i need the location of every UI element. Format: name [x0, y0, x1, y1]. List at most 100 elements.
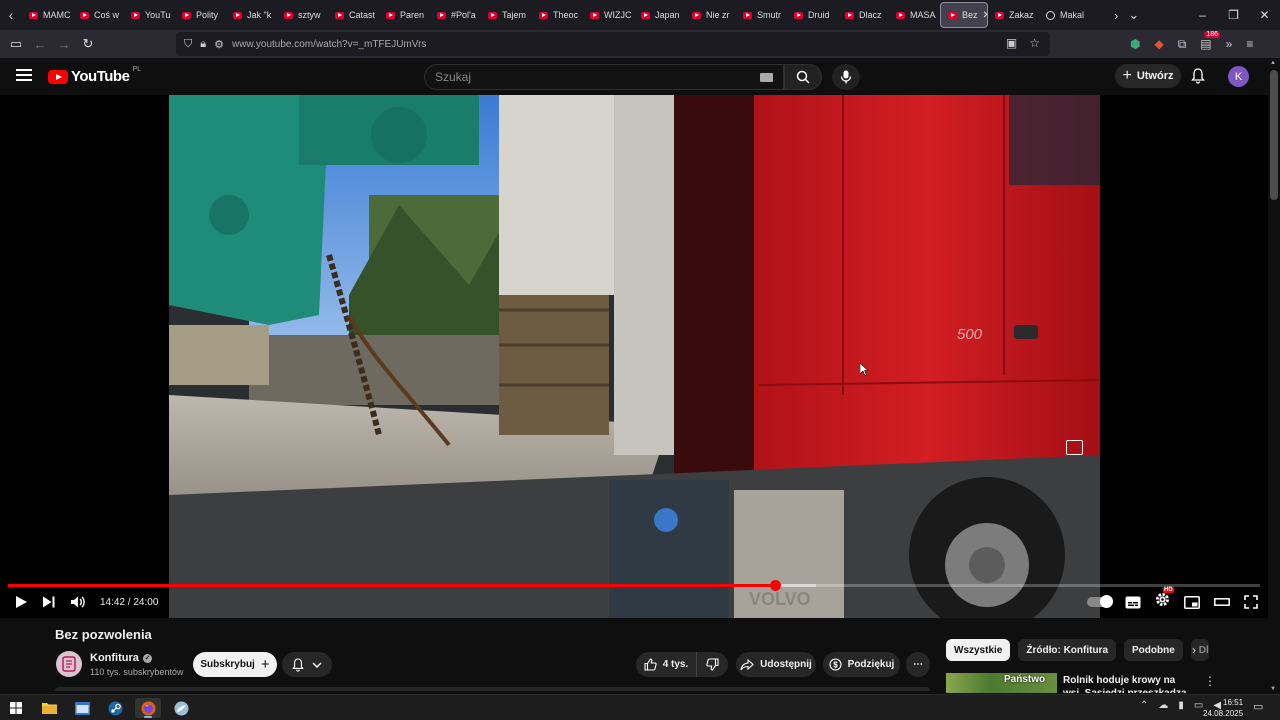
back-arrow-icon[interactable]: ←	[28, 37, 52, 52]
subscribe-button[interactable]: Subskrybuj +	[193, 652, 277, 677]
browser-tab[interactable]: MASA	[889, 2, 940, 28]
account-avatar[interactable]: K	[1228, 66, 1249, 87]
browser-tab[interactable]: Paren	[379, 2, 430, 28]
search-input[interactable]: Szukaj	[424, 64, 784, 90]
reload-icon[interactable]: ↻	[76, 36, 100, 52]
taskbar-app-bird[interactable]	[168, 698, 194, 718]
browser-tab[interactable]: Theoc	[532, 2, 583, 28]
browser-tab[interactable]: WIZJC	[583, 2, 634, 28]
overflow-chevrons-icon[interactable]: »	[1226, 37, 1233, 51]
browser-tab[interactable]: #Pol'a	[430, 2, 481, 28]
play-icon[interactable]	[14, 595, 28, 609]
subtitles-icon[interactable]	[1125, 596, 1141, 609]
restore-icon[interactable]: ❐	[1218, 8, 1249, 22]
shield-extension-icon[interactable]: ⬢	[1130, 37, 1140, 51]
browser-tab[interactable]: YouTu	[124, 2, 175, 28]
recommendation-title[interactable]: Rolnik hoduje krowy na wsi. Sąsiedzi prz…	[1063, 674, 1193, 693]
forward-arrow-icon[interactable]: →	[52, 37, 76, 52]
chips-next-icon[interactable]: ›	[1192, 643, 1196, 657]
volume-icon[interactable]	[70, 595, 86, 609]
filter-chip[interactable]: Podobne	[1124, 639, 1183, 661]
settings-button[interactable]: HD	[1155, 587, 1174, 612]
search-button[interactable]	[784, 64, 822, 90]
tracking-shield-icon[interactable]: ⛉	[184, 38, 192, 51]
app-menu-icon[interactable]: ≡	[1246, 37, 1253, 51]
bookmark-star-icon[interactable]: ☆	[1029, 36, 1040, 50]
taskbar-clock[interactable]: 16:51 24.08.2025	[1203, 697, 1243, 719]
start-button[interactable]	[3, 698, 29, 718]
network-icon[interactable]: ▭	[1194, 700, 1203, 711]
tab-list-dropdown-icon[interactable]: ⌄	[1128, 7, 1139, 23]
filter-chip[interactable]: Źródło: Konfitura	[1018, 639, 1117, 661]
extension-badge-icon[interactable]: ▤ 186	[1200, 31, 1220, 51]
youtube-logo[interactable]: YouTube PL	[48, 66, 141, 85]
cloud-icon[interactable]: ☁	[1158, 700, 1168, 711]
usb-icon[interactable]: ▮	[1178, 700, 1184, 711]
share-button[interactable]: Udostępnij	[736, 652, 816, 677]
more-actions-button[interactable]: ⋯	[906, 652, 930, 677]
filter-chip[interactable]: Wszystkie	[946, 639, 1011, 661]
scroll-down-icon[interactable]: ▼	[1270, 686, 1276, 692]
miniplayer-icon[interactable]	[1184, 595, 1200, 609]
notification-center-icon[interactable]: ▭	[1253, 700, 1263, 713]
voice-search-button[interactable]	[832, 64, 860, 90]
tabs-scroll-right-icon[interactable]: ›	[1114, 8, 1118, 23]
recommendation-thumbnail[interactable]: Państwo	[946, 673, 1057, 693]
tab-label: MAMC	[43, 10, 71, 20]
browser-tab[interactable]: Coś w	[73, 2, 124, 28]
url-text[interactable]: www.youtube.com/watch?v=_mTFEJUmVrs	[232, 39, 426, 50]
keyboard-icon[interactable]	[760, 73, 773, 82]
channel-name-link[interactable]: Konfitura ✓	[90, 652, 152, 664]
browser-tab[interactable]: Nie zr	[685, 2, 736, 28]
taskbar-app-window[interactable]	[69, 698, 95, 718]
tray-expand-icon[interactable]: ⌃	[1140, 700, 1148, 711]
recommendation-menu-icon[interactable]: ⋮	[1204, 674, 1216, 688]
scrollbar-thumb[interactable]	[1270, 70, 1278, 200]
fullscreen-icon[interactable]	[1244, 595, 1258, 609]
progress-bar[interactable]	[8, 580, 1260, 591]
taskbar-file-explorer[interactable]	[36, 698, 62, 718]
video-frame[interactable]: 500 VOLVO	[169, 95, 1100, 618]
mini-view-icon[interactable]	[1066, 440, 1083, 455]
description-box[interactable]	[55, 687, 930, 691]
page-scrollbar[interactable]: ▲ ▼	[1268, 58, 1280, 694]
browser-tab[interactable]: Dlacz	[838, 2, 889, 28]
tabs-scroll-left-icon[interactable]: ‹	[0, 0, 22, 30]
thanks-button[interactable]: $ Podziękuj	[823, 652, 900, 677]
lock-icon[interactable]: 🔒︎	[200, 38, 206, 51]
channel-avatar[interactable]	[56, 651, 82, 677]
browser-tab[interactable]: Jak "k	[226, 2, 277, 28]
reader-view-icon[interactable]: ▣	[1006, 36, 1017, 50]
guide-menu-icon[interactable]	[16, 69, 32, 81]
create-button[interactable]: + Utwórz	[1115, 64, 1181, 88]
dislike-button[interactable]	[696, 652, 728, 677]
extensions-puzzle-icon[interactable]: ⧉	[1178, 37, 1187, 52]
browser-tab[interactable]: MAMC	[22, 2, 73, 28]
scroll-up-icon[interactable]: ▲	[1270, 60, 1276, 66]
taskbar-steam[interactable]	[102, 698, 128, 718]
tab-active[interactable]: Bez✕	[940, 2, 988, 28]
video-player[interactable]: 500 VOLVO 14:42 / 24:00 HD	[0, 95, 1268, 618]
browser-tab[interactable]: Makal	[1039, 2, 1090, 28]
theater-mode-icon[interactable]	[1214, 596, 1230, 608]
notification-preferences-button[interactable]	[282, 652, 332, 677]
browser-tab[interactable]: Smutr	[736, 2, 787, 28]
address-bar[interactable]: ⛉ 🔒︎ ⚙ www.youtube.com/watch?v=_mTFEJUmV…	[176, 32, 1050, 56]
taskbar-firefox[interactable]	[135, 698, 161, 718]
browser-tab[interactable]: Japan	[634, 2, 685, 28]
window-close-icon[interactable]: ✕	[1249, 8, 1280, 22]
minimize-icon[interactable]: –	[1187, 8, 1218, 22]
like-button[interactable]: 4 tys.	[636, 652, 696, 677]
browser-tab[interactable]: Druid	[787, 2, 838, 28]
browser-tab[interactable]: Catast	[328, 2, 379, 28]
notifications-button[interactable]	[1191, 68, 1205, 89]
browser-tab[interactable]: Tajem	[481, 2, 532, 28]
permissions-icon[interactable]: ⚙	[214, 38, 224, 51]
next-video-icon[interactable]	[42, 595, 56, 609]
autoplay-toggle[interactable]	[1087, 595, 1113, 608]
browser-tab[interactable]: sztyw	[277, 2, 328, 28]
browser-tab[interactable]: Polity	[175, 2, 226, 28]
sidebar-toggle-icon[interactable]: ▭	[4, 36, 28, 52]
extension-icon[interactable]: ◆	[1154, 37, 1163, 51]
browser-tab[interactable]: Zakaz	[988, 2, 1039, 28]
